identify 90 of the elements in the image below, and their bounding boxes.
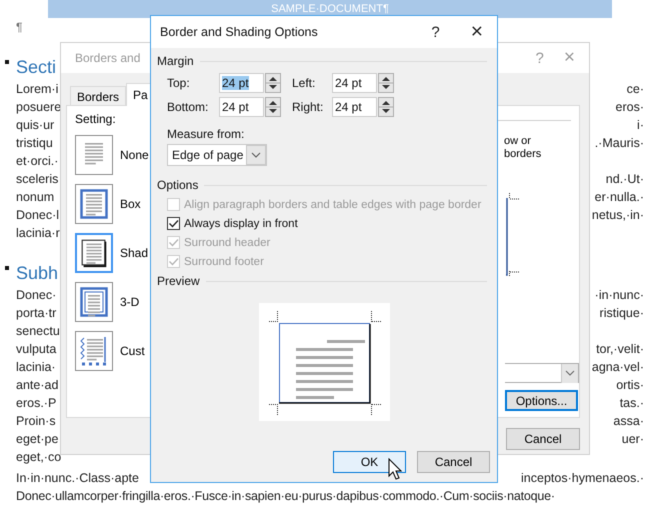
- ok-button[interactable]: OK: [333, 451, 406, 473]
- setting-label: Cust: [120, 344, 145, 358]
- paragraph-mark: ¶: [16, 19, 22, 36]
- body-text: vulputa: [16, 341, 56, 358]
- setting-label: Setting:: [75, 112, 117, 126]
- body-text: eros·: [616, 99, 644, 116]
- close-button[interactable]: ×: [470, 20, 483, 44]
- input-field[interactable]: 24 pt: [332, 73, 377, 93]
- spin-button[interactable]: [265, 97, 281, 117]
- bullet-icon: [5, 60, 9, 64]
- tab[interactable]: Borders: [70, 86, 126, 106]
- border-setting-tile[interactable]: [75, 184, 113, 224]
- cancel-button[interactable]: Cancel: [506, 428, 580, 450]
- heading-text: Subh: [16, 262, 58, 285]
- checkbox[interactable]: [167, 217, 180, 230]
- border-setting-tile[interactable]: [75, 135, 113, 175]
- heading-text: Secti: [16, 56, 56, 79]
- body-text: lacinia·: [16, 359, 56, 376]
- body-text: ortis·: [616, 377, 644, 394]
- body-text: er·nulla.·: [594, 189, 644, 206]
- body-text: tor,·velit·: [596, 341, 644, 358]
- mouse-pointer-icon: [388, 458, 402, 482]
- field-label: Left:: [292, 76, 316, 90]
- body-text: agna·vel·: [592, 359, 644, 376]
- options-button[interactable]: Options...: [505, 390, 578, 411]
- body-text: ce·: [626, 81, 644, 98]
- section-label: Options: [157, 178, 198, 192]
- body-text: assa·: [613, 413, 644, 430]
- body-text: ristique·: [600, 305, 644, 322]
- checkbox-label: Surround footer: [184, 256, 264, 268]
- dialog-title: Borders and: [75, 51, 140, 65]
- body-text: .·Mauris·: [594, 135, 644, 152]
- input-field[interactable]: 24 pt: [332, 97, 377, 117]
- caret-icon: [561, 364, 578, 383]
- border-setting-tile[interactable]: [75, 233, 113, 273]
- checkbox-label: Always display in front: [184, 218, 298, 230]
- field-label: Top:: [167, 76, 191, 90]
- section-label: Preview: [157, 274, 200, 288]
- body-text: Donec·l: [16, 207, 60, 224]
- body-text: nonum: [16, 189, 54, 206]
- document-title: SAMPLE·DOCUMENT¶: [271, 3, 389, 15]
- body-text: et·orci.·: [16, 153, 58, 170]
- body-text: eget·pe: [16, 431, 58, 448]
- body-text: i·: [637, 117, 644, 134]
- body-text: nd.·Ut·: [606, 171, 644, 188]
- body-text: netus,·in·: [592, 207, 644, 224]
- setting-label: Shad: [120, 246, 148, 260]
- hint-text: borders: [503, 148, 542, 161]
- body-text: senectu: [16, 323, 60, 340]
- setting-label: 3-D: [120, 295, 140, 309]
- body-text: uer·: [622, 431, 644, 448]
- caret-icon: [246, 145, 266, 165]
- spin-button[interactable]: [265, 73, 281, 93]
- body-text: inceptos·hymenaeos.·: [521, 470, 644, 487]
- body-text: posuere: [16, 99, 62, 116]
- border-setting-tile[interactable]: [75, 282, 113, 322]
- field-label: Bottom:: [167, 100, 210, 114]
- body-text: tas.·: [620, 395, 644, 412]
- body-text: ante·ad: [16, 377, 58, 394]
- help-button[interactable]: ?: [431, 24, 440, 40]
- body-text: quis·ur: [16, 117, 54, 134]
- bullet-icon: [5, 266, 9, 270]
- body-text: tristiqu: [16, 135, 53, 152]
- setting-label: None: [120, 148, 149, 162]
- body-text: Lorem·i: [16, 81, 58, 98]
- input-field[interactable]: 24 pt: [219, 73, 264, 93]
- body-text: lacinia·r: [16, 225, 60, 242]
- dialog-title: Border and Shading Options: [160, 25, 318, 39]
- dropdown[interactable]: Edge of page: [167, 144, 267, 166]
- field-label: Measure from:: [166, 126, 246, 141]
- body-text: Proin·s: [16, 413, 56, 430]
- setting-label: Box: [120, 197, 141, 211]
- section-label: Margin: [157, 54, 194, 68]
- spin-button[interactable]: [378, 97, 394, 117]
- field-label: Right:: [292, 100, 324, 114]
- hint-text: ow or: [503, 135, 531, 148]
- body-text: Donec·: [16, 287, 56, 304]
- body-text: ·in·nunc·: [594, 287, 644, 304]
- body-text: Donec·ullamcorper·fringilla·eros.·Fusce·in·sapien·eu·purus·dapibus·commodo.·Cum·sociis·natoque·: [16, 488, 555, 505]
- body-text: In·in·nunc.·Class·apte: [16, 470, 139, 487]
- body-text: eros.·P: [16, 395, 56, 412]
- checkbox-label: Surround header: [184, 236, 270, 248]
- cancel-button[interactable]: Cancel: [417, 451, 490, 473]
- body-text: sceleris: [16, 171, 58, 188]
- body-text: eget,·co: [16, 449, 62, 466]
- input-field[interactable]: 24 pt: [219, 97, 264, 117]
- body-text: porta·tr: [16, 305, 56, 322]
- spin-button[interactable]: [378, 73, 394, 93]
- border-setting-tile[interactable]: [75, 331, 113, 371]
- checkbox-label: Align paragraph borders and table edges with page border: [184, 198, 482, 210]
